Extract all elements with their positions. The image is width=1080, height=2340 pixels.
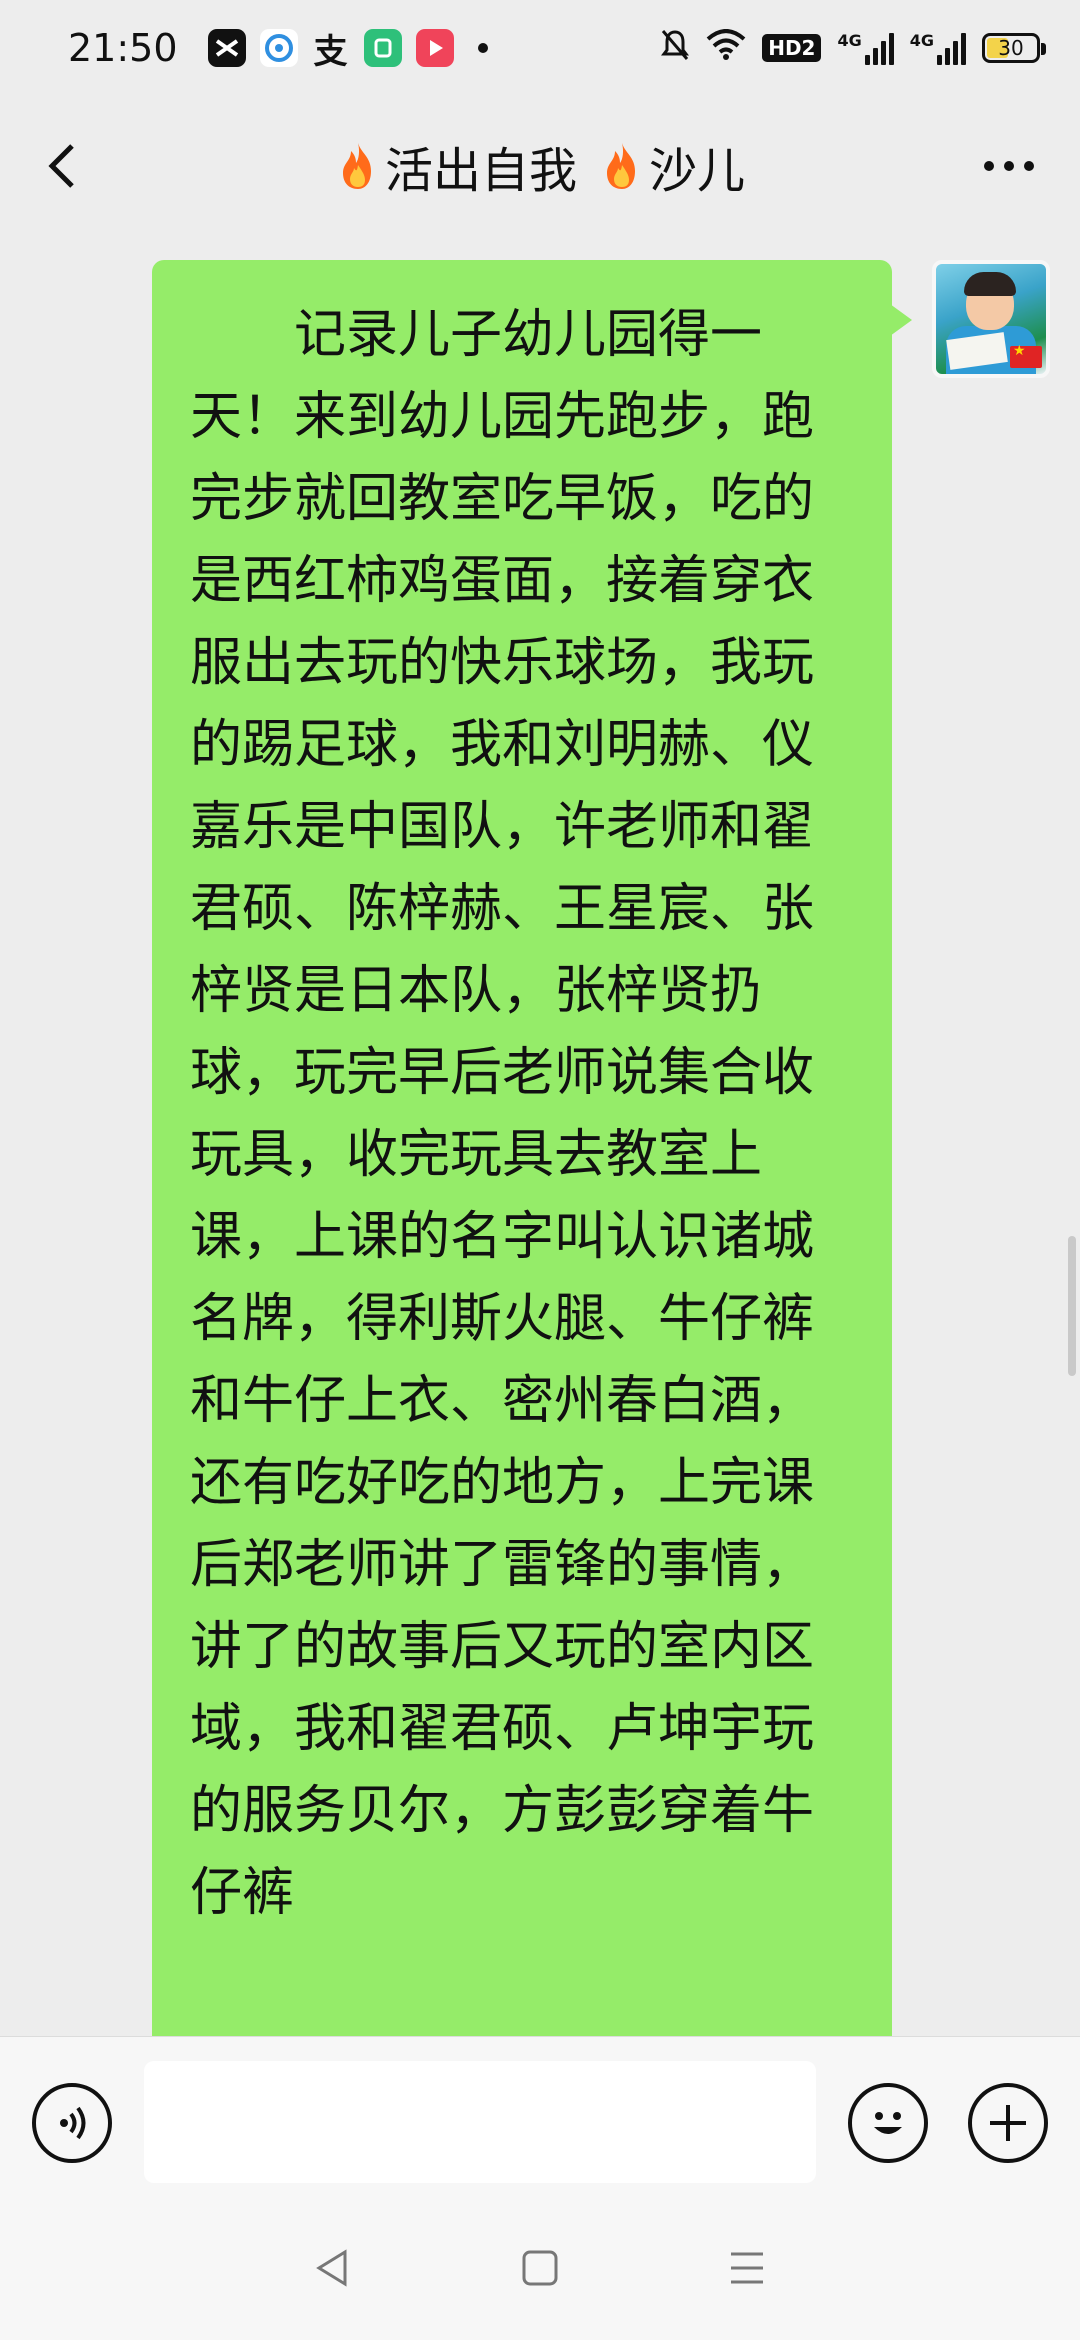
back-button[interactable] xyxy=(36,138,92,194)
emoji-icon xyxy=(874,2112,902,2134)
voice-button[interactable] xyxy=(32,2083,112,2163)
avatar[interactable] xyxy=(932,260,1050,378)
more-dot-icon xyxy=(984,161,994,171)
browser-icon xyxy=(259,29,298,67)
capcut-icon xyxy=(207,29,246,67)
message-text: 记录儿子幼儿园得一天！来到幼儿园先跑步，跑完步就回教室吃早饭，吃的是西红柿鸡蛋面… xyxy=(190,305,815,1923)
nav-back-button[interactable] xyxy=(303,2238,363,2298)
nav-home-button[interactable] xyxy=(510,2238,570,2298)
plus-icon xyxy=(990,2105,1026,2141)
signal-2-icon: 4G xyxy=(910,31,966,65)
battery-icon: 30 xyxy=(982,33,1046,63)
fire-icon xyxy=(607,143,635,189)
status-bar: 21:50 支 HD2 4G 4G 30 xyxy=(0,0,1080,96)
message-bubble[interactable]: 记录儿子幼儿园得一天！来到幼儿园先跑步，跑完步就回教室吃早饭，吃的是西红柿鸡蛋面… xyxy=(152,260,912,2036)
network-2-label: 4G xyxy=(909,31,934,50)
fire-icon xyxy=(342,143,371,189)
nav-menu-button[interactable] xyxy=(717,2238,777,2298)
signal-1-icon: 4G xyxy=(837,31,894,65)
mute-icon xyxy=(660,28,690,68)
wifi-icon xyxy=(706,29,746,67)
chat-screen: 21:50 支 HD2 4G 4G 30 活出自我 沙儿 记录儿子幼儿园得一天！… xyxy=(0,0,1080,2340)
more-button[interactable] xyxy=(974,138,1044,194)
more-dot-icon xyxy=(1024,161,1034,171)
battery-level: 30 xyxy=(998,36,1024,60)
menu-lines-icon xyxy=(730,2252,763,2284)
alipay-icon: 支 xyxy=(313,31,348,72)
emoji-button[interactable] xyxy=(848,2083,928,2163)
status-time: 21:50 xyxy=(68,26,178,70)
video-icon xyxy=(415,29,454,67)
gamecenter-icon xyxy=(363,29,402,67)
china-flag-icon xyxy=(1010,343,1042,368)
plus-button[interactable] xyxy=(968,2083,1048,2163)
input-bar xyxy=(0,2036,1080,2196)
title-part-1: 活出自我 xyxy=(384,143,577,199)
hd-badge: HD2 xyxy=(762,34,822,62)
message-input[interactable] xyxy=(144,2061,816,2183)
network-1-label: 4G xyxy=(837,31,862,50)
square-home-icon xyxy=(522,2250,558,2286)
status-right: HD2 4G 4G 30 xyxy=(660,28,1046,68)
chat-area[interactable]: 记录儿子幼儿园得一天！来到幼儿园先跑步，跑完步就回教室吃早饭，吃的是西红柿鸡蛋面… xyxy=(0,236,1080,2036)
notification-dot-icon xyxy=(477,43,488,53)
page-title: 活出自我 沙儿 xyxy=(335,131,745,201)
more-dot-icon xyxy=(1004,161,1014,171)
triangle-back-icon xyxy=(316,2249,347,2287)
chat-header: 活出自我 沙儿 xyxy=(0,96,1080,236)
system-nav-bar xyxy=(0,2196,1080,2340)
voice-icon xyxy=(60,2106,86,2140)
scrollbar[interactable] xyxy=(1068,1236,1076,1376)
title-part-2: 沙儿 xyxy=(649,143,746,199)
chevron-left-icon xyxy=(48,144,74,188)
